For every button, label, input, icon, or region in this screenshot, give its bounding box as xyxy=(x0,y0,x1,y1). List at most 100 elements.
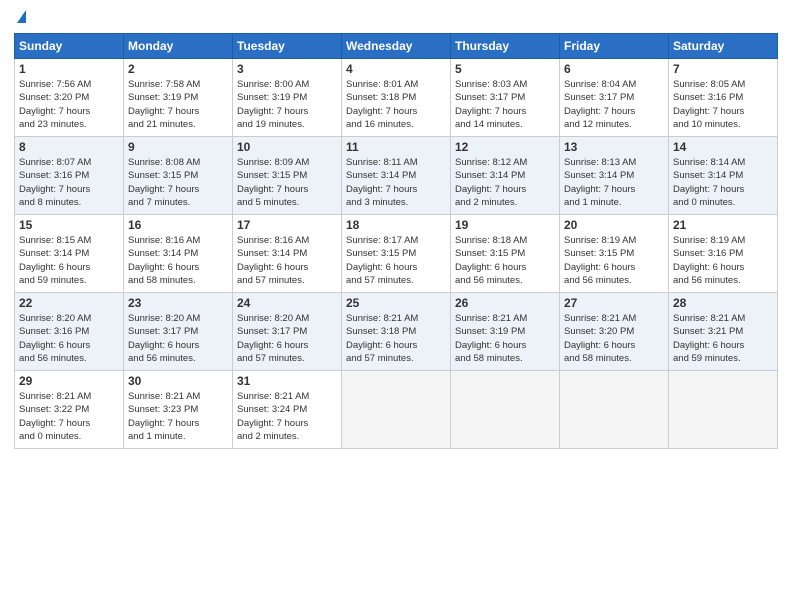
day-number: 15 xyxy=(19,218,119,232)
calendar-cell: 11 Sunrise: 8:11 AM Sunset: 3:14 PM Dayli… xyxy=(342,137,451,215)
day-info: Sunrise: 8:16 AM Sunset: 3:14 PM Dayligh… xyxy=(237,234,337,287)
calendar-cell: 10Sunrise: 8:09 AM Sunset: 3:15 PM Dayli… xyxy=(233,137,342,215)
logo-text xyxy=(14,10,26,25)
calendar-cell: 23 Sunrise: 8:20 AM Sunset: 3:17 PM Dayli… xyxy=(124,293,233,371)
calendar-cell: 12 Sunrise: 8:12 AM Sunset: 3:14 PM Dayli… xyxy=(451,137,560,215)
day-info: Sunrise: 8:18 AM Sunset: 3:15 PM Dayligh… xyxy=(455,234,555,287)
day-info: Sunrise: 8:21 AM Sunset: 3:20 PM Dayligh… xyxy=(564,312,664,365)
day-info: Sunrise: 8:11 AM Sunset: 3:14 PM Dayligh… xyxy=(346,156,446,209)
week-row-1: 1 Sunrise: 7:56 AM Sunset: 3:20 PM Daylig… xyxy=(15,59,778,137)
page-container: SundayMondayTuesdayWednesdayThursdayFrid… xyxy=(0,0,792,459)
day-info: Sunrise: 8:21 AM Sunset: 3:23 PM Dayligh… xyxy=(128,390,228,443)
day-number: 29 xyxy=(19,374,119,388)
week-row-3: 15 Sunrise: 8:15 AM Sunset: 3:14 PM Dayli… xyxy=(15,215,778,293)
calendar-cell: 7 Sunrise: 8:05 AM Sunset: 3:16 PM Daylig… xyxy=(669,59,778,137)
col-header-thursday: Thursday xyxy=(451,34,560,59)
header-row: SundayMondayTuesdayWednesdayThursdayFrid… xyxy=(15,34,778,59)
day-number: 31 xyxy=(237,374,337,388)
day-info: Sunrise: 8:05 AM Sunset: 3:16 PM Dayligh… xyxy=(673,78,773,131)
calendar-cell: 18 Sunrise: 8:17 AM Sunset: 3:15 PM Dayli… xyxy=(342,215,451,293)
day-info: Sunrise: 8:15 AM Sunset: 3:14 PM Dayligh… xyxy=(19,234,119,287)
col-header-saturday: Saturday xyxy=(669,34,778,59)
calendar-cell xyxy=(669,371,778,449)
day-info: Sunrise: 8:17 AM Sunset: 3:15 PM Dayligh… xyxy=(346,234,446,287)
day-number: 1 xyxy=(19,62,119,76)
day-number: 8 xyxy=(19,140,119,154)
day-info: Sunrise: 8:00 AM Sunset: 3:19 PM Dayligh… xyxy=(237,78,337,131)
calendar-cell: 6 Sunrise: 8:04 AM Sunset: 3:17 PM Daylig… xyxy=(560,59,669,137)
day-number: 20 xyxy=(564,218,664,232)
calendar-cell: 26Sunrise: 8:21 AM Sunset: 3:19 PM Dayli… xyxy=(451,293,560,371)
col-header-monday: Monday xyxy=(124,34,233,59)
day-number: 21 xyxy=(673,218,773,232)
day-info: Sunrise: 8:21 AM Sunset: 3:22 PM Dayligh… xyxy=(19,390,119,443)
calendar-cell: 13 Sunrise: 8:13 AM Sunset: 3:14 PM Dayli… xyxy=(560,137,669,215)
day-info: Sunrise: 8:20 AM Sunset: 3:17 PM Dayligh… xyxy=(237,312,337,365)
logo xyxy=(14,10,26,25)
day-number: 13 xyxy=(564,140,664,154)
week-row-5: 29 Sunrise: 8:21 AM Sunset: 3:22 PM Dayli… xyxy=(15,371,778,449)
day-info: Sunrise: 8:20 AM Sunset: 3:17 PM Dayligh… xyxy=(128,312,228,365)
day-number: 28 xyxy=(673,296,773,310)
day-number: 23 xyxy=(128,296,228,310)
calendar-cell: 31Sunrise: 8:21 AM Sunset: 3:24 PM Dayli… xyxy=(233,371,342,449)
day-number: 3 xyxy=(237,62,337,76)
day-number: 10 xyxy=(237,140,337,154)
calendar-cell: 14 Sunrise: 8:14 AM Sunset: 3:14 PM Dayli… xyxy=(669,137,778,215)
calendar-cell: 16Sunrise: 8:16 AM Sunset: 3:14 PM Dayli… xyxy=(124,215,233,293)
day-number: 27 xyxy=(564,296,664,310)
day-info: Sunrise: 8:14 AM Sunset: 3:14 PM Dayligh… xyxy=(673,156,773,209)
day-info: Sunrise: 8:21 AM Sunset: 3:18 PM Dayligh… xyxy=(346,312,446,365)
day-number: 22 xyxy=(19,296,119,310)
day-info: Sunrise: 7:58 AM Sunset: 3:19 PM Dayligh… xyxy=(128,78,228,131)
week-row-2: 8 Sunrise: 8:07 AM Sunset: 3:16 PM Daylig… xyxy=(15,137,778,215)
day-number: 6 xyxy=(564,62,664,76)
calendar-cell: 29 Sunrise: 8:21 AM Sunset: 3:22 PM Dayli… xyxy=(15,371,124,449)
day-info: Sunrise: 7:56 AM Sunset: 3:20 PM Dayligh… xyxy=(19,78,119,131)
day-number: 14 xyxy=(673,140,773,154)
col-header-tuesday: Tuesday xyxy=(233,34,342,59)
calendar-cell: 22Sunrise: 8:20 AM Sunset: 3:16 PM Dayli… xyxy=(15,293,124,371)
day-number: 9 xyxy=(128,140,228,154)
calendar-cell: 1 Sunrise: 7:56 AM Sunset: 3:20 PM Daylig… xyxy=(15,59,124,137)
calendar-cell: 20 Sunrise: 8:19 AM Sunset: 3:15 PM Dayli… xyxy=(560,215,669,293)
day-info: Sunrise: 8:01 AM Sunset: 3:18 PM Dayligh… xyxy=(346,78,446,131)
day-number: 17 xyxy=(237,218,337,232)
logo-arrow-icon xyxy=(17,10,26,23)
calendar-cell: 9 Sunrise: 8:08 AM Sunset: 3:15 PM Daylig… xyxy=(124,137,233,215)
day-number: 19 xyxy=(455,218,555,232)
day-number: 5 xyxy=(455,62,555,76)
calendar-cell: 27 Sunrise: 8:21 AM Sunset: 3:20 PM Dayli… xyxy=(560,293,669,371)
day-number: 11 xyxy=(346,140,446,154)
calendar-cell: 19 Sunrise: 8:18 AM Sunset: 3:15 PM Dayli… xyxy=(451,215,560,293)
day-number: 7 xyxy=(673,62,773,76)
day-info: Sunrise: 8:21 AM Sunset: 3:19 PM Dayligh… xyxy=(455,312,555,365)
day-info: Sunrise: 8:19 AM Sunset: 3:16 PM Dayligh… xyxy=(673,234,773,287)
calendar-cell: 8 Sunrise: 8:07 AM Sunset: 3:16 PM Daylig… xyxy=(15,137,124,215)
day-number: 16 xyxy=(128,218,228,232)
calendar-cell: 17 Sunrise: 8:16 AM Sunset: 3:14 PM Dayli… xyxy=(233,215,342,293)
day-info: Sunrise: 8:03 AM Sunset: 3:17 PM Dayligh… xyxy=(455,78,555,131)
calendar-cell xyxy=(451,371,560,449)
day-number: 24 xyxy=(237,296,337,310)
calendar-cell: 24 Sunrise: 8:20 AM Sunset: 3:17 PM Dayli… xyxy=(233,293,342,371)
day-info: Sunrise: 8:12 AM Sunset: 3:14 PM Dayligh… xyxy=(455,156,555,209)
day-info: Sunrise: 8:19 AM Sunset: 3:15 PM Dayligh… xyxy=(564,234,664,287)
day-number: 2 xyxy=(128,62,228,76)
calendar-table: SundayMondayTuesdayWednesdayThursdayFrid… xyxy=(14,33,778,449)
day-info: Sunrise: 8:07 AM Sunset: 3:16 PM Dayligh… xyxy=(19,156,119,209)
col-header-wednesday: Wednesday xyxy=(342,34,451,59)
calendar-cell: 30 Sunrise: 8:21 AM Sunset: 3:23 PM Dayli… xyxy=(124,371,233,449)
calendar-cell: 4 Sunrise: 8:01 AM Sunset: 3:18 PM Daylig… xyxy=(342,59,451,137)
day-info: Sunrise: 8:13 AM Sunset: 3:14 PM Dayligh… xyxy=(564,156,664,209)
calendar-cell xyxy=(560,371,669,449)
day-number: 18 xyxy=(346,218,446,232)
calendar-cell: 28Sunrise: 8:21 AM Sunset: 3:21 PM Dayli… xyxy=(669,293,778,371)
day-info: Sunrise: 8:04 AM Sunset: 3:17 PM Dayligh… xyxy=(564,78,664,131)
day-number: 4 xyxy=(346,62,446,76)
day-info: Sunrise: 8:08 AM Sunset: 3:15 PM Dayligh… xyxy=(128,156,228,209)
day-number: 30 xyxy=(128,374,228,388)
calendar-cell: 21 Sunrise: 8:19 AM Sunset: 3:16 PM Dayli… xyxy=(669,215,778,293)
calendar-cell: 15 Sunrise: 8:15 AM Sunset: 3:14 PM Dayli… xyxy=(15,215,124,293)
day-number: 12 xyxy=(455,140,555,154)
